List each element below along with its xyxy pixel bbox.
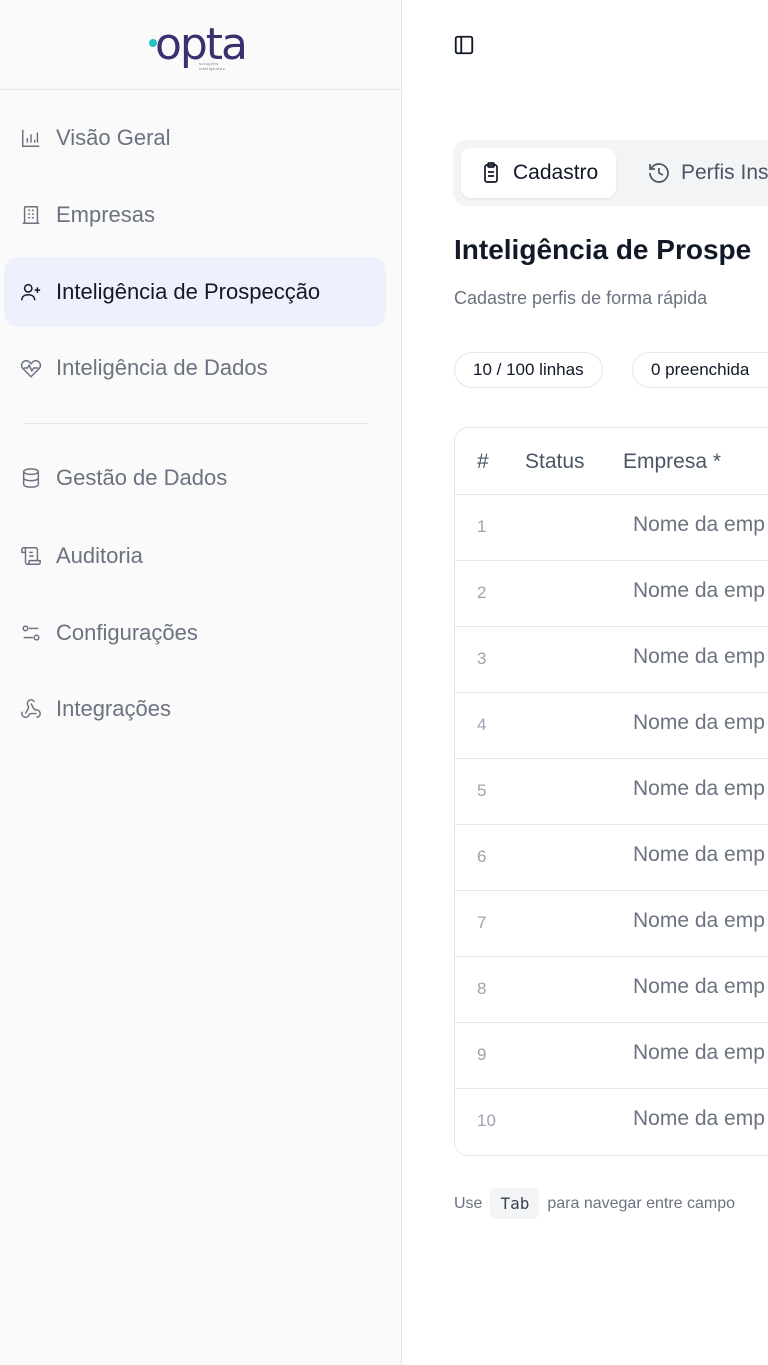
row-number: 6 [477, 847, 487, 866]
tab-label: Cadastro [513, 161, 599, 184]
tab-cadastro[interactable]: Cadastro [461, 148, 617, 198]
empresa-input[interactable]: Nome da emp [633, 777, 765, 801]
sidebar-item-label: Integrações [56, 696, 171, 721]
empresa-input[interactable]: Nome da emp [633, 909, 765, 933]
table-row: 7 Nome da emp [455, 891, 768, 957]
sidebar-item-label: Visão Geral [56, 125, 171, 150]
sidebar-item-visao-geral[interactable]: Visão Geral [4, 103, 386, 173]
row-number: 1 [477, 517, 487, 536]
sidebar-item-label: Auditoria [56, 543, 143, 568]
empresa-input[interactable]: Nome da emp [633, 1041, 765, 1065]
sidebar-item-label: Inteligência de Dados [56, 355, 268, 380]
sliders-icon [18, 620, 44, 646]
sidebar: opta soluções inteligentes Visão Geral E… [0, 0, 402, 1365]
table-row: 8 Nome da emp [455, 957, 768, 1023]
table-row: 5 Nome da emp [455, 759, 768, 825]
logo-area: opta soluções inteligentes [0, 0, 401, 90]
table-row: 9 Nome da emp [455, 1023, 768, 1089]
empresa-input[interactable]: Nome da emp [633, 711, 765, 735]
brand-logo[interactable]: opta soluções inteligentes [148, 15, 248, 75]
scroll-icon [18, 543, 44, 569]
empresa-input[interactable]: Nome da emp [633, 975, 765, 999]
building-icon [18, 202, 44, 228]
row-number: 7 [477, 913, 487, 932]
logo-accent-dot [148, 38, 157, 47]
sidebar-toggle-icon[interactable] [453, 34, 475, 56]
tab-perfis[interactable]: Perfis Ins [631, 148, 768, 198]
page-subtitle: Cadastre perfis de forma rápida [454, 288, 708, 308]
keyboard-hint: Use Tab para navegar entre campo [454, 1188, 735, 1219]
row-number: 4 [477, 715, 487, 734]
empresa-input[interactable]: Nome da emp [633, 1107, 765, 1131]
sidebar-item-inteligencia-prospeccao[interactable]: Inteligência de Prospecção [4, 257, 386, 327]
sidebar-divider [24, 423, 368, 424]
tab-label: Perfis Ins [681, 161, 768, 184]
logo-tagline: soluções inteligentes [198, 60, 226, 71]
empresa-input[interactable]: Nome da emp [633, 579, 765, 603]
sidebar-item-label: Gestão de Dados [56, 465, 228, 490]
sidebar-item-auditoria[interactable]: Auditoria [4, 521, 386, 591]
sidebar-item-gestao-dados[interactable]: Gestão de Dados [4, 443, 386, 513]
row-number: 9 [477, 1045, 487, 1064]
empresa-input[interactable]: Nome da emp [633, 513, 765, 537]
hint-suffix: para navegar entre campo [547, 1194, 736, 1212]
empresa-input[interactable]: Nome da emp [633, 843, 765, 867]
column-header-number: # [477, 450, 489, 473]
page-title: Inteligência de Prospe [454, 234, 752, 265]
sidebar-item-configuracoes[interactable]: Configurações [4, 598, 386, 668]
row-number: 3 [477, 649, 487, 668]
main-content: Cadastro Perfis Ins Inteligência de Pros… [403, 0, 768, 1365]
empresa-input[interactable]: Nome da emp [633, 645, 765, 669]
heart-pulse-icon [18, 355, 44, 381]
database-icon [18, 465, 44, 491]
column-header-empresa: Empresa * [623, 450, 722, 473]
sidebar-item-empresas[interactable]: Empresas [4, 180, 386, 250]
clipboard-icon [479, 161, 503, 185]
hint-prefix: Use [454, 1194, 483, 1212]
row-number: 8 [477, 979, 487, 998]
table-row: 4 Nome da emp [455, 693, 768, 759]
row-number: 2 [477, 583, 487, 602]
table-row: 2 Nome da emp [455, 561, 768, 627]
webhook-icon [18, 696, 44, 722]
user-plus-icon [18, 279, 44, 305]
bar-chart-icon [18, 125, 44, 151]
sidebar-item-label: Inteligência de Prospecção [56, 279, 321, 304]
tab-key-badge: Tab [490, 1188, 540, 1219]
history-icon [647, 161, 671, 185]
row-number: 5 [477, 781, 487, 800]
filled-count-badge: 0 preenchida [632, 352, 768, 388]
rows-count-badge: 10 / 100 linhas [454, 352, 603, 388]
table-row: 6 Nome da emp [455, 825, 768, 891]
table-header: # Status Empresa * [455, 428, 768, 495]
sidebar-item-integracoes[interactable]: Integrações [4, 674, 386, 744]
sidebar-item-inteligencia-dados[interactable]: Inteligência de Dados [4, 333, 386, 403]
row-number: 10 [477, 1111, 496, 1130]
column-header-status: Status [525, 450, 585, 473]
table-row: 3 Nome da emp [455, 627, 768, 693]
sidebar-item-label: Empresas [56, 202, 156, 227]
tab-bar: Cadastro Perfis Ins [453, 140, 768, 206]
table-row: 10 Nome da emp [455, 1089, 768, 1155]
table-row: 1 Nome da emp [455, 495, 768, 561]
sidebar-item-label: Configurações [56, 620, 198, 645]
prospect-table: # Status Empresa * 1 Nome da emp 2 Nome … [454, 427, 768, 1156]
